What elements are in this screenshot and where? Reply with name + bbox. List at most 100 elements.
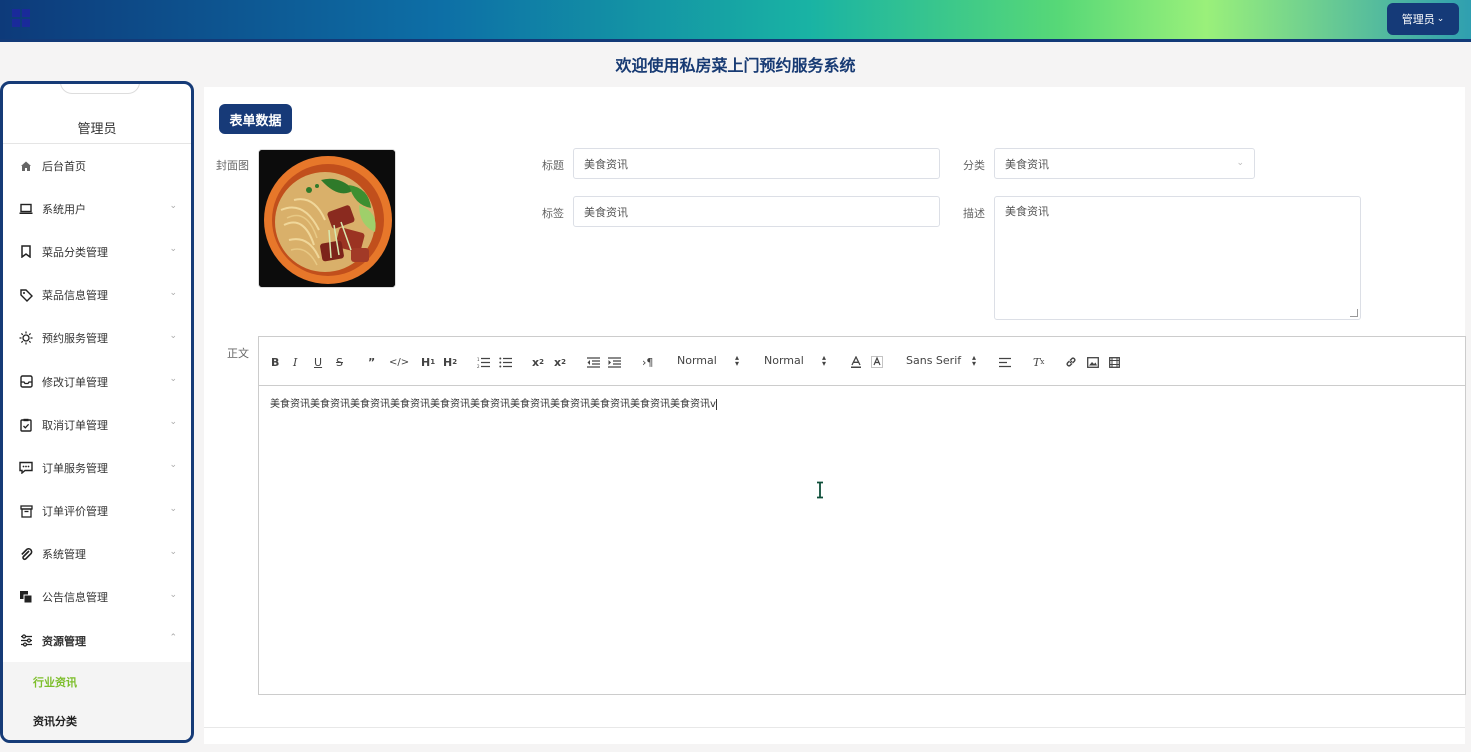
description-textarea[interactable]: 美食资讯 — [994, 196, 1361, 320]
header-2-icon[interactable]: H2 — [443, 354, 457, 370]
subscript-icon[interactable]: x2 — [532, 354, 544, 370]
sidebar-item-label: 后台首页 — [42, 159, 86, 173]
header-1-icon[interactable]: H1 — [421, 354, 435, 370]
chevron-up-icon: ⌃ — [169, 633, 177, 644]
grid-menu-icon[interactable] — [12, 9, 30, 27]
link-icon[interactable] — [1065, 354, 1077, 370]
bold-icon[interactable]: B — [271, 354, 279, 370]
italic-icon[interactable]: I — [293, 354, 297, 370]
sidebar-item-order-review[interactable]: 订单评价管理 ⌄ — [3, 490, 191, 533]
category-select[interactable]: 美食资讯 ⌄ — [994, 148, 1255, 179]
text-cursor-icon — [817, 481, 823, 499]
bookmark-icon — [19, 245, 33, 259]
sidebar-item-label: 资源管理 — [42, 634, 86, 648]
sidebar-item-home[interactable]: 后台首页 — [3, 144, 191, 187]
bullet-list-icon[interactable] — [499, 354, 512, 370]
sidebar-item-reservation[interactable]: 预约服务管理 ⌄ — [3, 317, 191, 360]
indent-icon[interactable] — [608, 354, 621, 370]
chevron-down-icon: ⌄ — [169, 503, 177, 514]
ordered-list-icon[interactable]: 12 — [477, 354, 490, 370]
sidebar-item-system-manage[interactable]: 系统管理 ⌄ — [3, 533, 191, 576]
home-icon — [19, 159, 33, 173]
rich-text-editor: B I U S ” </> H1 H2 12 x2 x2 ›¶ Normal ▴… — [258, 336, 1466, 695]
sidebar-item-label: 预约服务管理 — [42, 332, 108, 346]
sidebar-item-system-users[interactable]: 系统用户 ⌄ — [3, 187, 191, 230]
sidebar-user-name: 管理员 — [77, 122, 117, 137]
sun-icon — [19, 331, 33, 345]
category-select-value: 美食资讯 — [1005, 157, 1049, 171]
sidebar-item-label: 系统管理 — [42, 548, 86, 562]
sidebar-item-label: 修改订单管理 — [42, 375, 108, 389]
underline-icon[interactable]: U — [314, 354, 322, 370]
sidebar-subitem-industry-news[interactable]: 行业资讯 — [3, 662, 191, 701]
editor-toolbar: B I U S ” </> H1 H2 12 x2 x2 ›¶ Normal ▴… — [259, 337, 1465, 386]
sidebar-item-announcement[interactable]: 公告信息管理 ⌄ — [3, 576, 191, 619]
title-input[interactable]: 美食资讯 — [573, 148, 940, 179]
sidebar-item-label: 订单评价管理 — [42, 505, 108, 519]
size-select-value: Normal — [764, 354, 804, 367]
chevron-down-icon: ⌄ — [169, 417, 177, 428]
size-select[interactable]: Normal ▴ ▾ — [764, 352, 830, 368]
laptop-icon — [19, 202, 33, 216]
background-color-icon[interactable] — [871, 354, 883, 370]
sidebar-item-label: 菜品信息管理 — [42, 289, 108, 303]
user-menu-button[interactable]: 管理员 ⌄ — [1387, 3, 1459, 35]
image-icon[interactable] — [1087, 354, 1099, 370]
sliders-icon — [19, 634, 33, 648]
video-icon[interactable] — [1109, 354, 1120, 370]
resize-handle-icon[interactable] — [1350, 309, 1358, 317]
text-direction-icon[interactable]: ›¶ — [642, 354, 653, 370]
svg-text:2: 2 — [477, 364, 480, 368]
body-label: 正文 — [227, 347, 249, 360]
sidebar-item-label: 系统用户 — [42, 202, 86, 216]
avatar[interactable] — [60, 84, 140, 94]
chat-icon — [19, 461, 33, 475]
editor-content[interactable]: 美食资讯美食资讯美食资讯美食资讯美食资讯美食资讯美食资讯美食资讯美食资讯美食资讯… — [270, 395, 717, 410]
chevron-down-icon: ⌄ — [169, 330, 177, 341]
sidebar-item-label: 取消订单管理 — [42, 418, 108, 432]
superscript-icon[interactable]: x2 — [554, 354, 566, 370]
clear-format-icon[interactable]: Tx — [1033, 354, 1044, 370]
sidebar-item-order-service[interactable]: 订单服务管理 ⌄ — [3, 446, 191, 489]
cover-label: 封面图 — [216, 159, 249, 172]
sidebar: 管理员 后台首页 系统用户 ⌄ 菜品分类管理 ⌄ 菜品信息管理 ⌄ 预约服务管理… — [0, 81, 194, 743]
paperclip-icon — [19, 547, 33, 561]
sidebar-item-cancel-order[interactable]: 取消订单管理 ⌄ — [3, 403, 191, 446]
title-label: 标题 — [542, 159, 564, 172]
page-title: 欢迎使用私房菜上门预约服务系统 — [615, 56, 856, 75]
sidebar-subitem-news-category[interactable]: 资讯分类 — [3, 701, 191, 740]
sidebar-item-label: 公告信息管理 — [42, 591, 108, 605]
sidebar-item-resource[interactable]: 资源管理 ⌃ — [3, 619, 191, 662]
blockquote-icon[interactable]: ” — [368, 354, 375, 370]
header-select-value: Normal — [677, 354, 717, 367]
font-select[interactable]: Sans Serif ▴ ▾ — [906, 353, 982, 367]
chevron-down-icon: ⌄ — [1436, 14, 1445, 24]
code-block-icon[interactable]: </> — [389, 354, 409, 370]
tags-input[interactable]: 美食资讯 — [573, 196, 940, 227]
chevron-down-icon: ⌄ — [169, 244, 177, 255]
text-color-icon[interactable] — [850, 354, 862, 370]
archive-icon — [19, 504, 33, 518]
description-label: 描述 — [963, 207, 985, 220]
sidebar-item-modify-order[interactable]: 修改订单管理 ⌄ — [3, 360, 191, 403]
select-arrows-icon: ▴ ▾ — [735, 352, 740, 368]
description-value: 美食资讯 — [1005, 205, 1049, 218]
tags-label: 标签 — [542, 207, 564, 220]
strike-icon[interactable]: S — [336, 354, 343, 370]
sidebar-item-dish-category[interactable]: 菜品分类管理 ⌄ — [3, 230, 191, 273]
divider — [204, 727, 1465, 728]
font-select-value: Sans Serif — [906, 354, 962, 367]
header-select[interactable]: Normal ▴ ▾ — [677, 352, 743, 368]
select-arrows-icon: ▴ ▾ — [822, 352, 827, 368]
align-icon[interactable] — [999, 354, 1011, 370]
outdent-icon[interactable] — [587, 354, 600, 370]
cover-image[interactable] — [258, 149, 396, 288]
tag-icon — [19, 288, 33, 302]
chevron-down-icon: ⌄ — [1236, 158, 1244, 168]
submenu-resource: 行业资讯 资讯分类 — [3, 662, 191, 740]
form-data-tab[interactable]: 表单数据 — [219, 104, 292, 134]
chevron-down-icon: ⌄ — [169, 201, 177, 212]
sidebar-item-dish-info[interactable]: 菜品信息管理 ⌄ — [3, 274, 191, 317]
sidebar-profile: 管理员 — [3, 84, 191, 144]
user-menu-label: 管理员 — [1401, 13, 1435, 26]
